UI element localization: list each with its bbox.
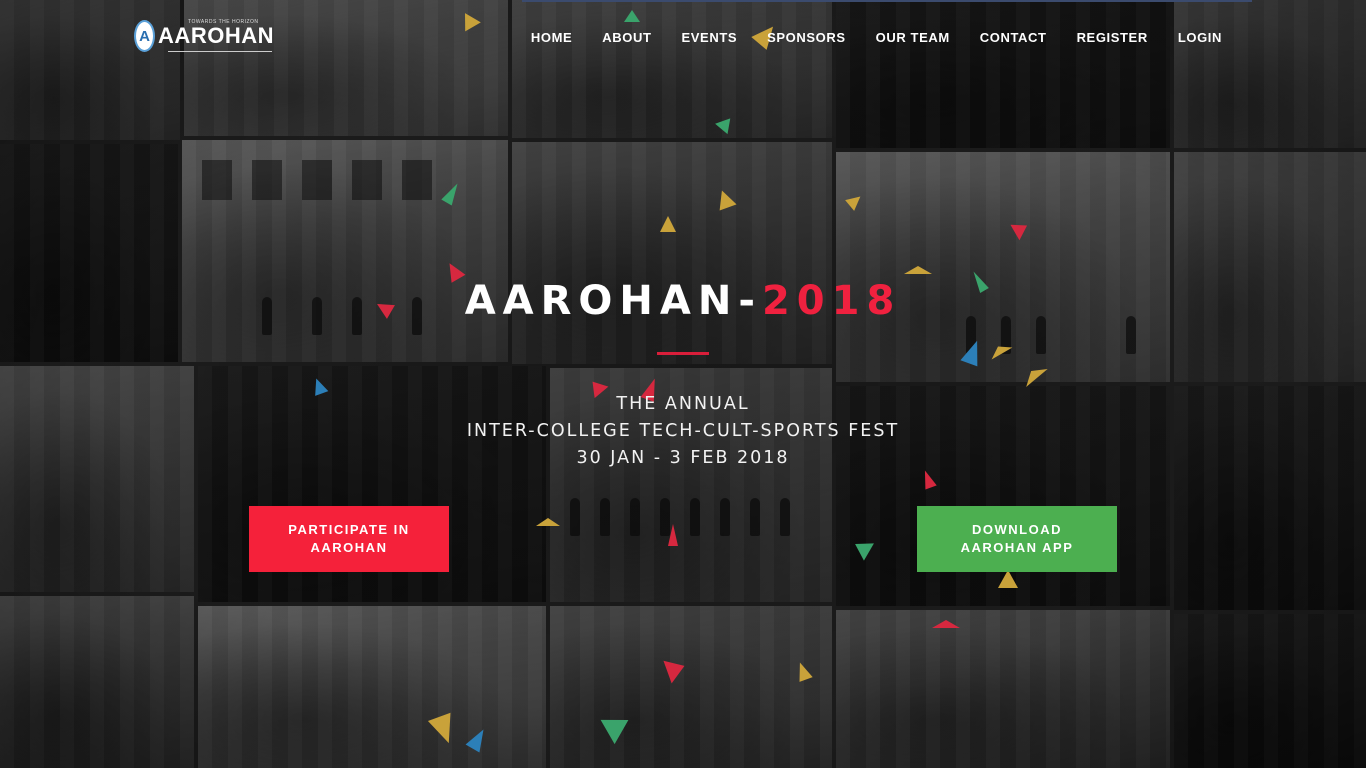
nav-our-team[interactable]: OUR TEAM (861, 30, 965, 46)
nav-home[interactable]: HOME (516, 30, 587, 46)
title-divider (657, 352, 709, 355)
hero-title-dash: - (738, 278, 762, 324)
download-app-button[interactable]: DOWNLOAD AAROHAN APP (917, 506, 1117, 572)
hero-title-year: 2018 (761, 278, 902, 324)
nav-events[interactable]: EVENTS (667, 30, 753, 46)
nav-sponsors[interactable]: SPONSORS (752, 30, 860, 46)
hero-title-name: AAROHAN (464, 278, 739, 324)
logo-underline (168, 51, 272, 52)
site-logo[interactable]: A TOWARDS THE HORIZON AAROHAN (134, 18, 274, 54)
top-accent-line (522, 0, 1252, 2)
nav-about[interactable]: ABOUT (587, 30, 666, 46)
main-navigation: HOME ABOUT EVENTS SPONSORS OUR TEAM CONT… (516, 30, 1237, 46)
dark-overlay (0, 0, 1366, 768)
participate-button[interactable]: PARTICIPATE IN AAROHAN (249, 506, 449, 572)
nav-contact[interactable]: CONTACT (965, 30, 1062, 46)
nav-login[interactable]: LOGIN (1163, 30, 1237, 46)
logo-tagline: TOWARDS THE HORIZON (188, 19, 259, 25)
nav-register[interactable]: REGISTER (1062, 30, 1163, 46)
hero-title: AAROHAN-2018 (0, 277, 1366, 325)
logo-text: AAROHAN (158, 23, 274, 48)
logo-emblem-icon: A (134, 20, 156, 52)
hero-subtitle-line2: INTER-COLLEGE TECH-CULT-SPORTS FEST (466, 421, 900, 441)
hero-subtitle-line1: THE ANNUAL (616, 394, 750, 414)
hero-dates: 30 JAN - 3 FEB 2018 (576, 448, 790, 468)
